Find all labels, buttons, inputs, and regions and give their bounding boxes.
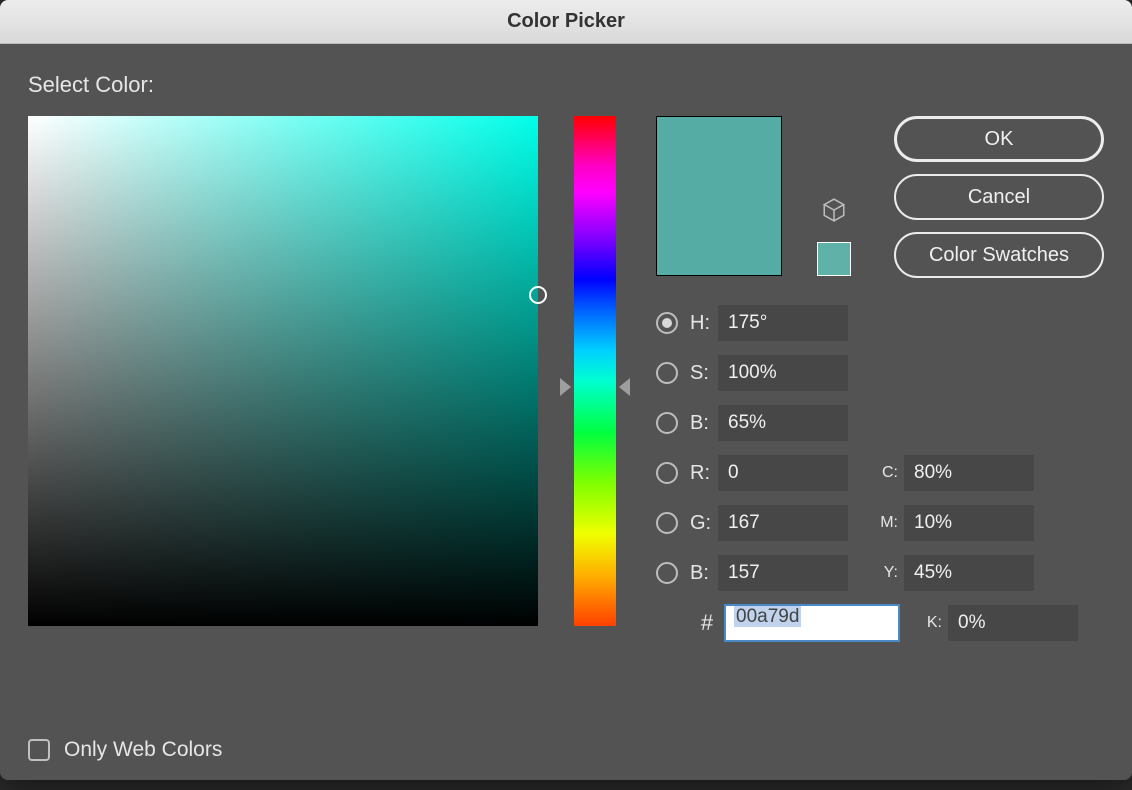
hue-slider[interactable] — [574, 116, 616, 710]
input-s[interactable] — [718, 355, 848, 391]
saturation-brightness-field[interactable] — [28, 116, 538, 626]
input-c[interactable] — [904, 455, 1034, 491]
dialog-body: Select Color: — [0, 44, 1132, 780]
value-inputs: H: S: B: — [656, 304, 1104, 642]
label-blue: B: — [690, 562, 718, 585]
input-m[interactable] — [904, 505, 1034, 541]
input-blue[interactable] — [718, 555, 848, 591]
label-r: R: — [690, 462, 718, 485]
main-row: OK Cancel Color Swatches H: — [28, 116, 1104, 710]
label-h: H: — [690, 312, 718, 335]
footer-row: Only Web Colors — [28, 738, 1104, 762]
label-c: C: — [866, 464, 898, 482]
right-column: OK Cancel Color Swatches H: — [656, 116, 1104, 710]
sb-picker-indicator[interactable] — [529, 286, 547, 304]
input-h[interactable] — [718, 305, 848, 341]
window-title: Color Picker — [0, 0, 1132, 44]
radio-brightness[interactable] — [656, 412, 678, 434]
web-colors-label: Only Web Colors — [64, 738, 222, 762]
label-hex-hash: # — [690, 610, 724, 636]
web-colors-checkbox[interactable] — [28, 739, 50, 761]
input-k[interactable] — [948, 605, 1078, 641]
color-swatches-button[interactable]: Color Swatches — [894, 232, 1104, 278]
label-k: K: — [910, 614, 942, 632]
label-s: S: — [690, 362, 718, 385]
previous-color-swatch[interactable] — [817, 242, 851, 276]
radio-h[interactable] — [656, 312, 678, 334]
label-g: G: — [690, 512, 718, 535]
hue-indicator-left — [560, 378, 571, 396]
color-preview-swatch[interactable] — [656, 116, 782, 276]
radio-blue[interactable] — [656, 562, 678, 584]
input-r[interactable] — [718, 455, 848, 491]
label-y: Y: — [866, 564, 898, 582]
preview-row: OK Cancel Color Swatches — [656, 116, 1104, 278]
radio-r[interactable] — [656, 462, 678, 484]
label-m: M: — [866, 514, 898, 532]
label-brightness: B: — [690, 412, 718, 435]
color-picker-window: Color Picker Select Color: — [0, 0, 1132, 780]
select-color-label: Select Color: — [28, 72, 1104, 98]
ok-button[interactable]: OK — [894, 116, 1104, 162]
input-g[interactable] — [718, 505, 848, 541]
hue-indicator-right — [619, 378, 630, 396]
input-brightness[interactable] — [718, 405, 848, 441]
radio-g[interactable] — [656, 512, 678, 534]
radio-s[interactable] — [656, 362, 678, 384]
input-y[interactable] — [904, 555, 1034, 591]
input-hex[interactable]: 00a79d — [724, 604, 900, 642]
cancel-button[interactable]: Cancel — [894, 174, 1104, 220]
cube-icon — [821, 197, 847, 228]
